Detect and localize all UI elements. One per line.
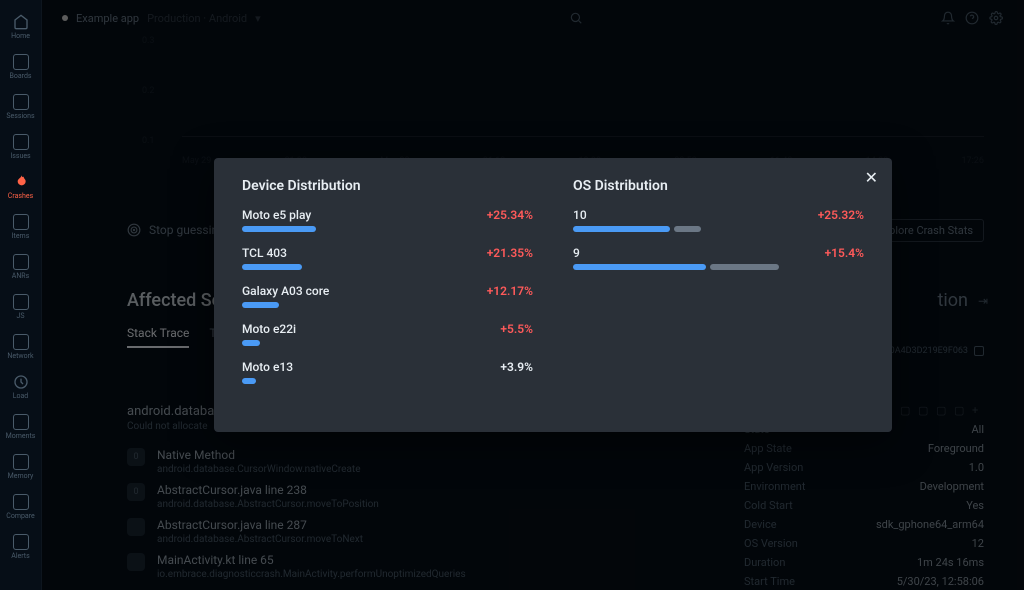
device-dist-bar [242,264,472,270]
alerts-icon [13,534,29,550]
os-dist-row: 9 +15.4% [573,246,864,270]
boards-icon [13,54,29,70]
os-dist-bar [573,264,803,270]
anrs-icon [13,254,29,270]
device-distribution-column: Device Distribution Moto e5 play +25.34% T… [242,178,533,412]
sidebar-label: JS [16,312,24,320]
sidebar-label: Alerts [11,552,29,560]
sidebar-label: Crashes [8,192,33,200]
sidebar-item-home[interactable]: Home [1,10,41,44]
sidebar-label: Items [12,232,30,240]
sidebar-label: Moments [6,432,36,440]
sidebar-label: ANRs [12,272,30,280]
os-dist-pct: +25.32% [818,208,864,222]
main-area: Example app Production · Android ▾ 0.30.… [42,0,1024,590]
memory-icon [13,454,29,470]
sidebar-label: Compare [6,512,34,520]
device-dist-pct: +25.34% [487,208,533,222]
device-dist-name: Moto e22i [242,322,296,336]
sidebar-label: Network [7,352,33,360]
sidebar-item-crashes[interactable]: Crashes [1,170,41,204]
device-dist-pct: +21.35% [487,246,533,260]
sidebar-item-load[interactable]: Load [1,370,41,404]
device-dist-bar [242,378,472,384]
sidebar-item-anrs[interactable]: ANRs [1,250,41,284]
sidebar-label: Issues [10,152,30,160]
sidebar-label: Boards [9,72,31,80]
items-icon [13,214,29,230]
device-dist-pct: +3.9% [500,360,533,374]
os-dist-name: 9 [573,246,580,260]
close-icon[interactable]: ✕ [865,168,878,187]
sidebar-item-issues[interactable]: Issues [1,130,41,164]
left-nav: Home Boards Sessions Issues Crashes Items ANRs… [0,0,42,590]
device-dist-name: Galaxy A03 core [242,284,329,298]
device-dist-name: Moto e5 play [242,208,311,222]
sidebar-item-boards[interactable]: Boards [1,50,41,84]
sidebar-item-compare[interactable]: Compare [1,490,41,524]
sidebar-label: Load [13,392,29,400]
device-dist-bar [242,226,472,232]
device-dist-row: TCL 403 +21.35% [242,246,533,270]
sidebar-label: Home [11,32,30,40]
os-dist-name: 10 [573,208,587,222]
device-dist-bar [242,340,472,346]
device-dist-name: TCL 403 [242,246,287,260]
sidebar-item-alerts[interactable]: Alerts [1,530,41,564]
distribution-modal: ✕ Device Distribution Moto e5 play +25.34… [214,158,892,432]
network-icon [13,334,29,350]
sessions-icon [13,94,29,110]
sidebar-item-memory[interactable]: Memory [1,450,41,484]
os-dist-bar [573,226,803,232]
device-dist-title: Device Distribution [242,178,533,194]
os-dist-title: OS Distribution [573,178,864,194]
issues-icon [13,134,29,150]
sidebar-item-js[interactable]: JS [1,290,41,324]
device-dist-row: Moto e22i +5.5% [242,322,533,346]
os-dist-pct: +15.4% [825,246,864,260]
sidebar-label: Sessions [6,112,34,120]
device-dist-pct: +5.5% [500,322,533,336]
sidebar-item-network[interactable]: Network [1,330,41,364]
device-dist-row: Moto e5 play +25.34% [242,208,533,232]
device-dist-bar [242,302,472,308]
os-dist-row: 10 +25.32% [573,208,864,232]
device-dist-name: Moto e13 [242,360,293,374]
js-icon [13,294,29,310]
device-dist-row: Moto e13 +3.9% [242,360,533,384]
device-dist-pct: +12.17% [487,284,533,298]
sidebar-item-sessions[interactable]: Sessions [1,90,41,124]
device-dist-row: Galaxy A03 core +12.17% [242,284,533,308]
moments-icon [13,414,29,430]
compare-icon [13,494,29,510]
sidebar-label: Memory [8,472,34,480]
sidebar-item-moments[interactable]: Moments [1,410,41,444]
app-root: Home Boards Sessions Issues Crashes Items ANRs… [0,0,1024,590]
sidebar-item-items[interactable]: Items [1,210,41,244]
os-distribution-column: OS Distribution 10 +25.32% 9 +15.4% [573,178,864,412]
